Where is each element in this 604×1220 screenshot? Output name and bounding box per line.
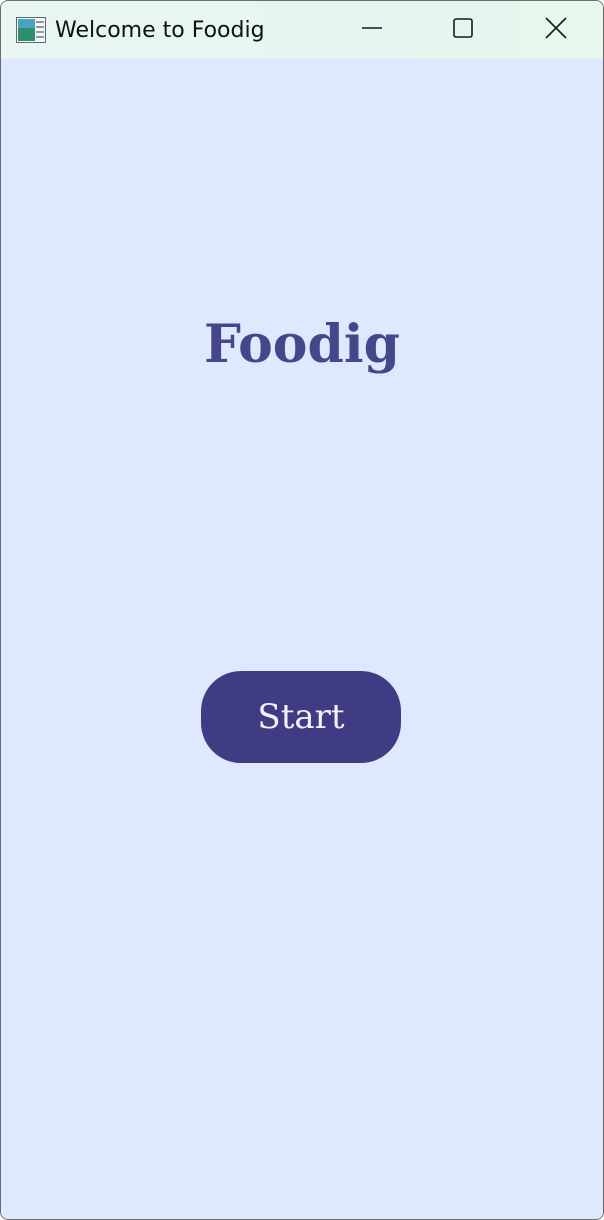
title-bar[interactable]: Welcome to Foodig [1, 1, 603, 59]
close-icon [544, 16, 568, 45]
app-icon [16, 17, 46, 43]
maximize-icon [452, 17, 474, 44]
start-button[interactable]: Start [201, 671, 401, 763]
close-button[interactable] [510, 1, 602, 59]
minimize-button[interactable] [326, 1, 418, 59]
main-content: Foodig Start [1, 59, 603, 1219]
app-title: Foodig [204, 314, 400, 375]
app-window: Welcome to Foodig Foodig Start [0, 0, 604, 1220]
maximize-button[interactable] [417, 1, 509, 59]
window-title: Welcome to Foodig [55, 18, 265, 43]
minimize-icon [361, 17, 383, 44]
